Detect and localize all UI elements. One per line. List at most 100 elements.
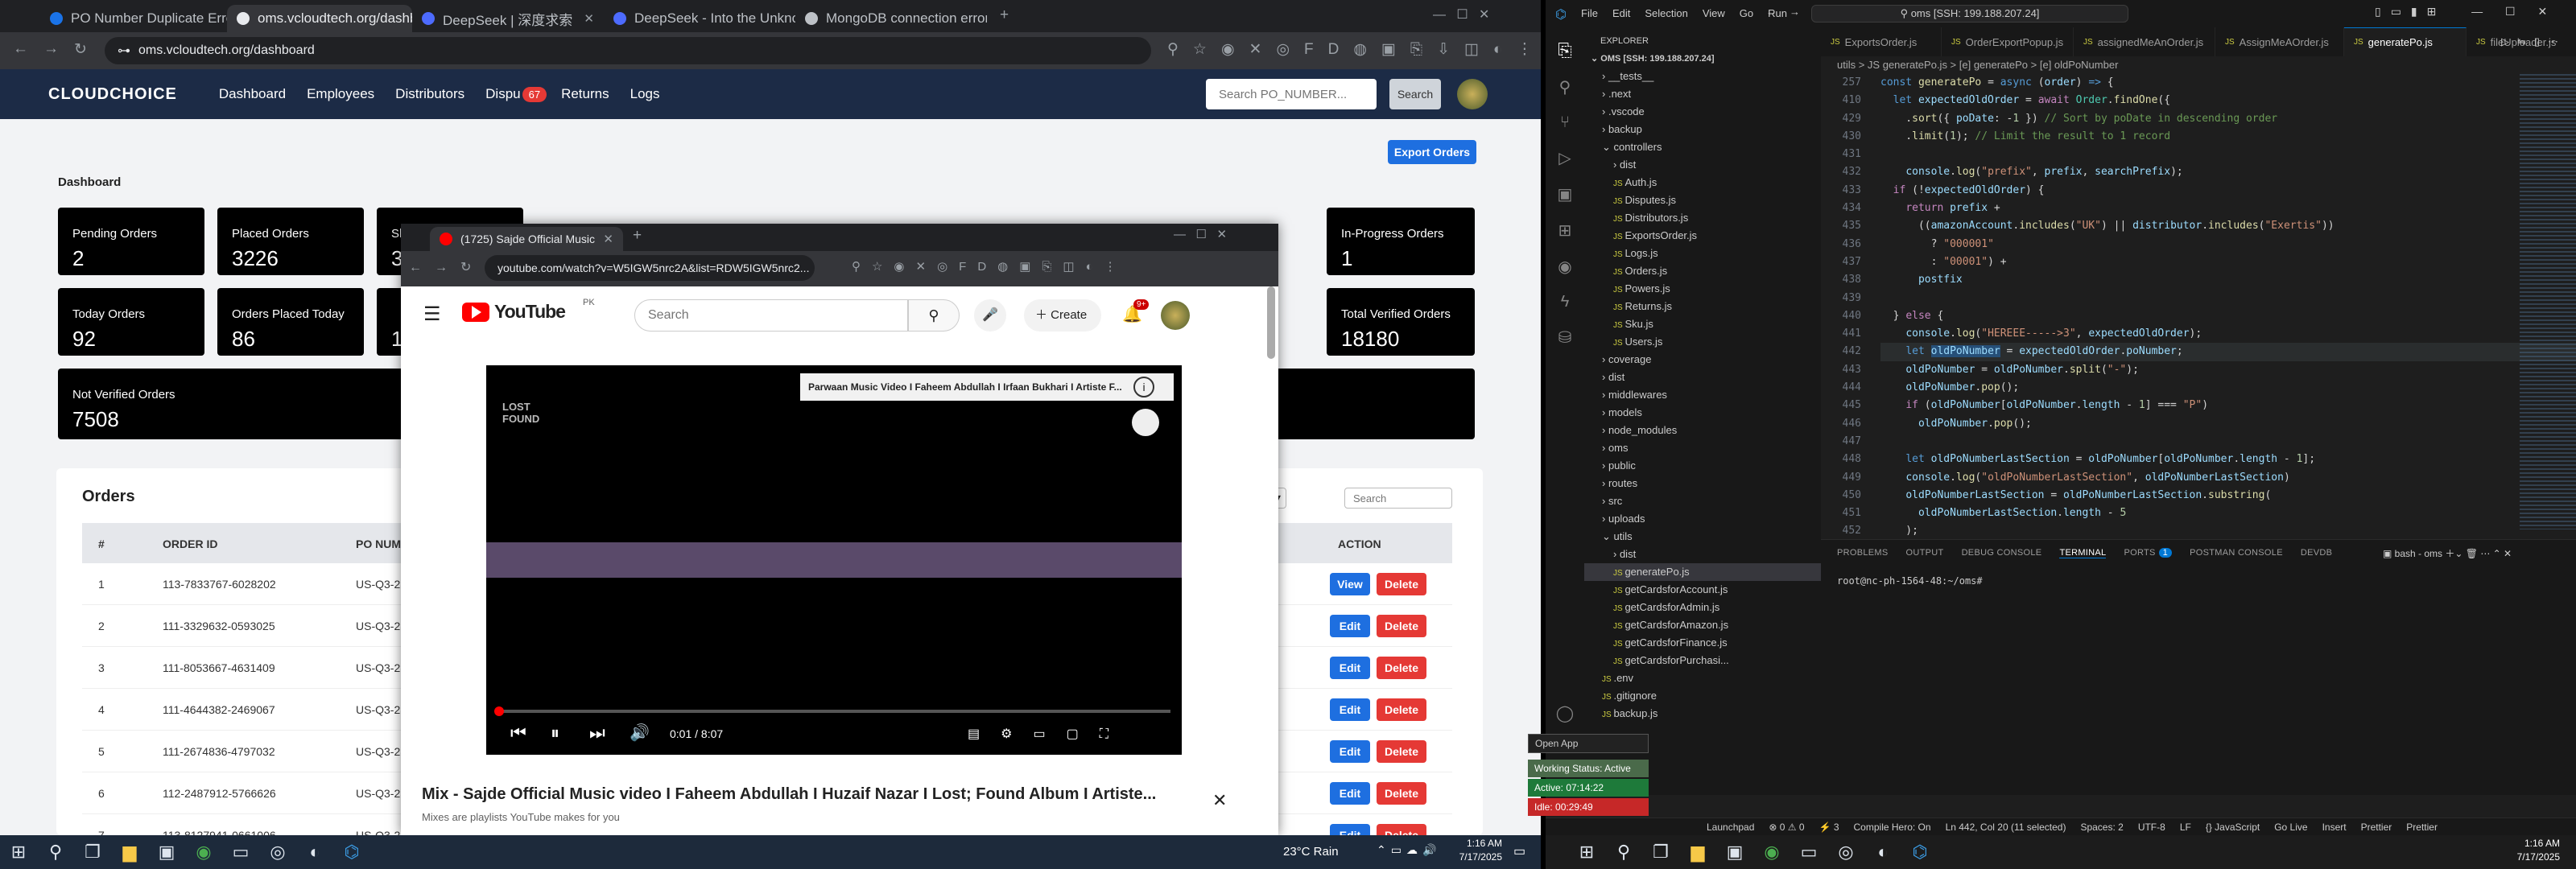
mic-icon[interactable]: 🎤 xyxy=(974,299,1006,332)
tree-file[interactable]: JS Auth.js xyxy=(1584,174,1821,192)
stat-card-verified[interactable]: Total Verified Orders 18180 xyxy=(1327,288,1475,356)
search-icon[interactable]: ⚲ xyxy=(37,842,74,863)
menu-icon[interactable]: ☰ xyxy=(423,303,441,326)
command-center[interactable]: ⚲ oms [SSH: 199.188.207.24] xyxy=(1811,5,2128,23)
nav-disputes[interactable]: Dispu xyxy=(485,86,520,102)
code-editor[interactable]: 257 410 429 430 431 432 433 434 435 436 437 438 439 4… xyxy=(1821,74,2576,591)
notification-icon[interactable]: ▭ xyxy=(1513,843,1525,859)
tree-file[interactable]: JS Distributors.js xyxy=(1584,209,1821,227)
tree-file[interactable]: JS .gitignore xyxy=(1584,687,1821,705)
tree-folder[interactable]: › oms xyxy=(1584,439,1821,457)
terminal-selector[interactable]: ▣ bash - oms ＋⌄ 🗑 ⋯ ⌃ ✕ xyxy=(2383,546,2512,560)
site-logo[interactable]: CLOUDCHOICE xyxy=(48,85,177,104)
tree-file[interactable]: JS Disputes.js xyxy=(1584,192,1821,209)
editor-tab[interactable]: JS assignedMeAnOrder.js xyxy=(2074,27,2215,56)
status-item[interactable]: Spaces: 2 xyxy=(2080,818,2123,835)
tracker-widget[interactable]: Open App Working Status: Active Active: … xyxy=(1528,734,1649,822)
extension-icons[interactable]: ⚲☆◉✕◎FD◍▣⎘⇩◫◐⋮ xyxy=(1167,40,1541,59)
panel-tab-devdb[interactable]: DEVDB xyxy=(2301,548,2332,558)
chrome-icon[interactable]: ◉ xyxy=(185,842,222,863)
delete-button[interactable]: Delete xyxy=(1377,740,1426,763)
database-icon[interactable]: ⛁ xyxy=(1546,327,1584,348)
menu-edit[interactable]: Edit xyxy=(1612,7,1630,19)
tree-folder[interactable]: › __tests__ xyxy=(1584,68,1821,85)
run-debug-icon[interactable]: ▷ xyxy=(1546,148,1584,168)
avatar[interactable] xyxy=(1457,79,1488,109)
task-view-icon[interactable]: ❐ xyxy=(74,842,111,863)
create-button[interactable]: ＋ Create xyxy=(1024,299,1101,332)
nav-icons[interactable]: ←→↻ xyxy=(409,259,484,275)
remote-explorer-icon[interactable]: ▣ xyxy=(1546,184,1584,204)
tree-folder[interactable]: › .next xyxy=(1584,85,1821,103)
forward-icon[interactable]: → xyxy=(43,40,59,58)
status-item[interactable]: Insert xyxy=(2322,818,2347,835)
panel-tab-terminal[interactable]: TERMINAL xyxy=(2059,548,2107,558)
chrome-tab[interactable]: DeepSeek | 深度求索 ✕ xyxy=(412,5,604,32)
tree-folder[interactable]: ⌄ controllers xyxy=(1584,138,1821,156)
panel-tab-output[interactable]: OUTPUT xyxy=(1906,548,1944,558)
panel-tab-ports[interactable]: PORTS 1 xyxy=(2124,548,2173,558)
tree-file[interactable]: JS ExportsOrder.js xyxy=(1584,227,1821,245)
window-controls[interactable]: — ☐ ✕ xyxy=(1174,227,1227,241)
channel-watermark-icon[interactable] xyxy=(1132,409,1159,436)
pause-icon[interactable]: ⏸ xyxy=(551,723,559,743)
tree-folder[interactable]: › middlewares xyxy=(1584,386,1821,404)
tree-folder[interactable]: › coverage xyxy=(1584,351,1821,369)
tree-file[interactable]: JS Logs.js xyxy=(1584,245,1821,262)
tree-file[interactable]: JS .env xyxy=(1584,669,1821,687)
tree-file[interactable]: JS Returns.js xyxy=(1584,298,1821,315)
tree-file[interactable]: JS Sku.js xyxy=(1584,315,1821,333)
chrome-tab-active[interactable]: oms.vcloudtech.org/dashboard✕ xyxy=(227,5,412,32)
workspace-root[interactable]: ⌄ OMS [SSH: 199.188.207.24] xyxy=(1584,50,1821,68)
new-tab-icon[interactable]: + xyxy=(633,227,642,245)
search-icon[interactable]: ⚲ xyxy=(908,299,960,332)
tree-file[interactable]: JS Powers.js xyxy=(1584,280,1821,298)
status-item[interactable]: Prettier xyxy=(2361,818,2392,835)
menu-view[interactable]: View xyxy=(1703,7,1725,19)
store-icon[interactable]: ▣ xyxy=(148,842,185,863)
edit-button[interactable]: Edit xyxy=(1330,698,1370,721)
status-item[interactable]: Launchpad xyxy=(1707,818,1754,835)
explorer-icon[interactable]: ⎘ xyxy=(1546,40,1584,61)
edit-button[interactable]: Edit xyxy=(1330,782,1370,805)
delete-button[interactable]: Delete xyxy=(1377,573,1426,595)
previous-icon[interactable]: ⏮ xyxy=(510,723,526,743)
edit-button[interactable]: Edit xyxy=(1330,657,1370,679)
search-icon[interactable]: ⚲ xyxy=(1605,842,1642,863)
menu-go[interactable]: Go xyxy=(1740,7,1753,19)
weather-widget[interactable]: 23°C Rain xyxy=(1283,845,1339,859)
postman-icon[interactable]: ◉ xyxy=(1546,257,1584,277)
chrome-tab[interactable]: DeepSeek - Into the Unknown✕ xyxy=(604,5,795,32)
omnibox[interactable]: ⊶ oms.vcloudtech.org/dashboard xyxy=(105,37,1151,64)
edit-button[interactable]: Edit xyxy=(1330,740,1370,763)
edit-button[interactable]: Edit xyxy=(1330,824,1370,835)
tree-folder[interactable]: › node_modules xyxy=(1584,422,1821,439)
account-icon[interactable]: ◯ xyxy=(1546,703,1584,723)
open-app-label[interactable]: Open App xyxy=(1528,734,1649,753)
minimap[interactable] xyxy=(2520,74,2576,529)
tree-folder[interactable]: › dist xyxy=(1584,369,1821,386)
avatar[interactable] xyxy=(1161,301,1190,330)
breadcrumb[interactable]: utils > JS generatePo.js > [e] generateP… xyxy=(1821,56,2576,74)
status-item[interactable]: Prettier xyxy=(2406,818,2438,835)
nav-distributors[interactable]: Distributors xyxy=(395,86,464,102)
export-orders-button[interactable]: Export Orders xyxy=(1388,140,1476,164)
extension-icons[interactable]: ⚲☆◉✕◎FD◍▣⎘◫◐⋮ xyxy=(852,259,1128,274)
stat-card-pending[interactable]: Pending Orders 2 xyxy=(58,208,204,275)
delete-button[interactable]: Delete xyxy=(1377,698,1426,721)
search-icon[interactable]: ⚲ xyxy=(1546,77,1584,97)
tree-folder[interactable]: › .vscode xyxy=(1584,103,1821,121)
editor-tab[interactable]: JS ExportsOrder.js xyxy=(1821,27,1942,56)
status-item[interactable]: LF xyxy=(2180,818,2191,835)
chrome-icon[interactable]: ◉ xyxy=(1753,842,1790,863)
tree-file[interactable]: JS generatePo.js xyxy=(1584,563,1821,581)
panel-tab-problems[interactable]: PROBLEMS xyxy=(1837,548,1889,558)
tree-folder[interactable]: ⌄ utils xyxy=(1584,528,1821,546)
video-title-overlay[interactable]: Parwaan Music Video I Faheem Abdullah I … xyxy=(800,373,1174,401)
tray-icons[interactable]: ⌃▭☁🔊 xyxy=(1377,843,1441,857)
progress-bar[interactable] xyxy=(497,710,1170,713)
app-icon[interactable]: ◎ xyxy=(259,842,296,863)
status-item[interactable]: Compile Hero: On xyxy=(1854,818,1931,835)
delete-button[interactable]: Delete xyxy=(1377,782,1426,805)
back-icon[interactable]: ← xyxy=(13,40,28,58)
